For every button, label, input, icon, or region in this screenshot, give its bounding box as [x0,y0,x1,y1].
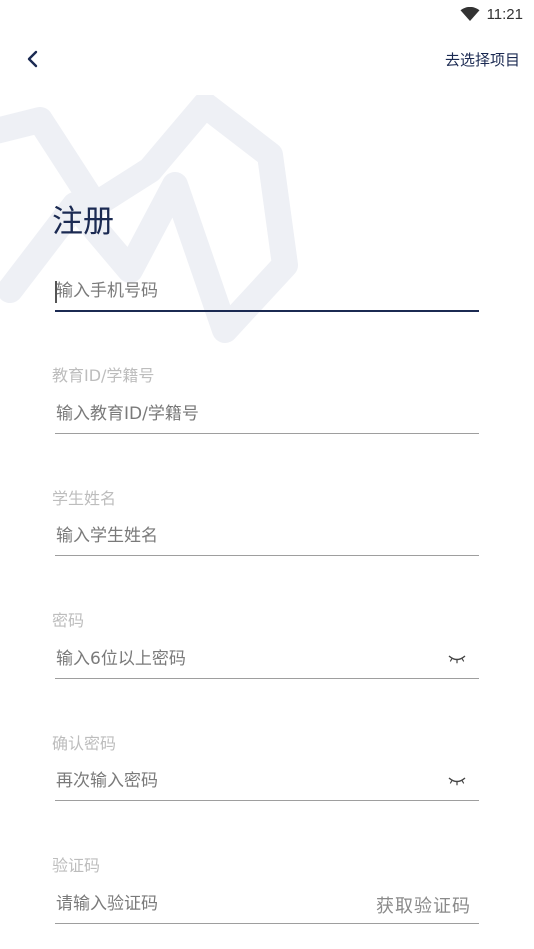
password-field [55,639,479,679]
verify-code-label: 验证码 [52,856,101,875]
eye-closed-icon [448,655,466,664]
wifi-icon [460,6,480,21]
confirm-password-field [55,761,479,801]
student-name-input[interactable] [55,516,479,555]
edu-id-field [55,394,479,434]
edu-id-label: 教育ID/学籍号 [52,366,155,385]
choose-project-link[interactable]: 去选择项目 [445,49,520,70]
verify-code-field: 获取验证码 [55,884,479,924]
verify-code-input[interactable] [55,884,355,923]
page-title: 注册 [52,204,114,240]
text-cursor [55,281,57,303]
confirm-password-label: 确认密码 [52,734,117,753]
phone-input[interactable] [55,272,479,310]
password-input[interactable] [55,639,479,678]
phone-field [55,272,479,312]
password-visibility-toggle[interactable] [447,651,467,667]
status-bar: 11:21 [0,0,534,28]
back-button[interactable] [18,44,48,74]
confirm-password-visibility-toggle[interactable] [447,773,467,789]
top-bar: 去选择项目 [0,40,534,78]
register-screen: 11:21 去选择项目 注册 教育ID/学籍号 学生姓名 密码 [0,0,534,949]
status-time: 11:21 [486,5,523,23]
confirm-password-input[interactable] [55,761,479,800]
chevron-left-icon [27,50,38,68]
get-code-button[interactable]: 获取验证码 [376,892,471,918]
edu-id-input[interactable] [55,394,479,433]
eye-closed-icon [448,777,466,786]
student-name-field [55,516,479,556]
watermark-logo-icon [0,95,298,343]
student-name-label: 学生姓名 [52,489,117,508]
password-label: 密码 [52,611,85,630]
